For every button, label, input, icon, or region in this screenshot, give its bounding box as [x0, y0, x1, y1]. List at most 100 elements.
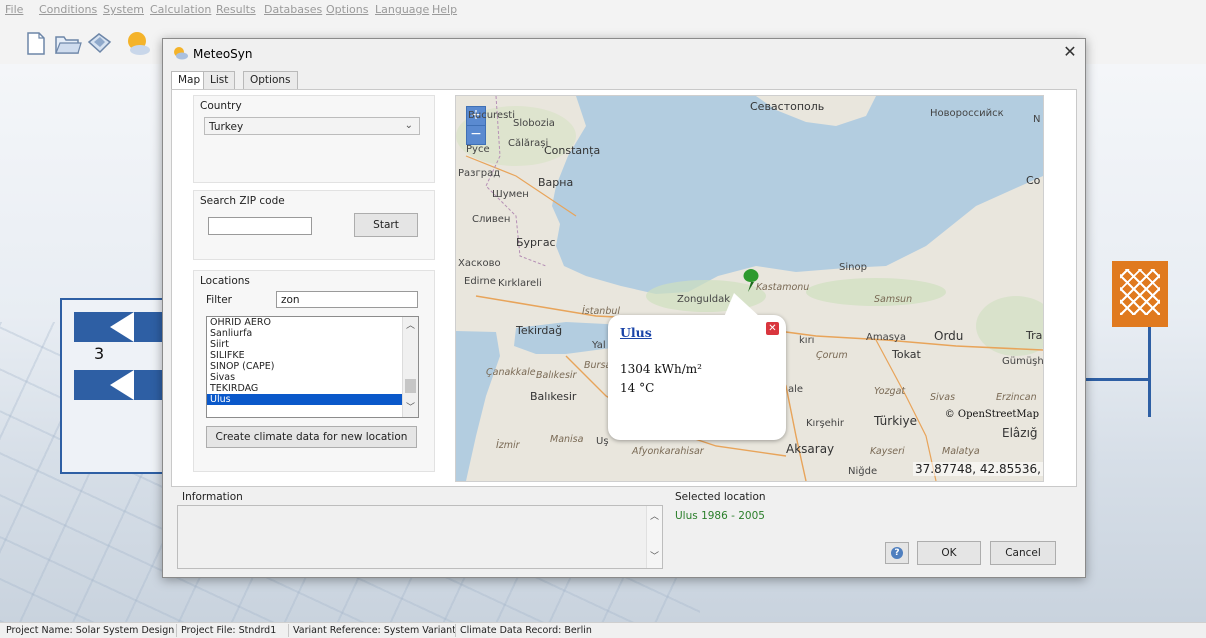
cancel-button[interactable]: Cancel — [990, 541, 1056, 565]
map-label: Samsun — [874, 294, 913, 305]
list-item[interactable]: TEKIRDAG — [207, 383, 418, 394]
map-label: Slobozia — [513, 118, 555, 129]
map-label: Co — [1026, 174, 1041, 187]
menu-system[interactable]: System — [103, 3, 144, 16]
map-label: Erzincan — [996, 392, 1037, 403]
pipe-horizontal — [1080, 378, 1151, 381]
popup-location-name[interactable]: Ulus — [620, 325, 652, 340]
list-item[interactable]: SILIFKE — [207, 350, 418, 361]
selected-location-label: Selected location — [675, 491, 766, 503]
map-label: Edirne — [464, 276, 496, 287]
menu-language[interactable]: Language — [375, 3, 429, 16]
selected-location-value: Ulus 1986 - 2005 — [675, 510, 765, 522]
zip-search-group: Search ZIP code Start — [193, 190, 435, 260]
country-value: Turkey — [209, 121, 244, 133]
map-label: Sinop — [839, 262, 867, 273]
filter-label: Filter — [206, 294, 233, 306]
map-label: Trab — [1026, 329, 1043, 342]
popup-pointer — [724, 293, 760, 317]
help-button[interactable]: ? — [885, 542, 909, 564]
menu-calculation[interactable]: Calculation — [150, 3, 211, 16]
list-item[interactable]: Siirt — [207, 339, 418, 350]
storage-block[interactable] — [60, 298, 168, 474]
start-button[interactable]: Start — [354, 213, 418, 237]
map-view[interactable]: + − Bucuresti Slobozia Călărași Constanț… — [455, 95, 1044, 482]
scroll-thumb[interactable] — [405, 379, 416, 393]
map-label: Kastamonu — [756, 282, 810, 293]
solar-collector-icon[interactable] — [1112, 261, 1168, 327]
zoom-out-button[interactable]: − — [466, 125, 486, 145]
status-climate-record: Climate Data Record: Berlin — [455, 624, 592, 637]
menu-databases[interactable]: Databases — [264, 3, 322, 16]
status-bar: Project Name: Solar System Design Projec… — [0, 622, 1206, 638]
status-project-name: Project Name: Solar System Design — [6, 625, 175, 636]
map-label: Balıkesir — [530, 390, 577, 403]
filter-input[interactable]: zon — [276, 291, 418, 308]
list-item[interactable]: Sivas — [207, 372, 418, 383]
country-select[interactable]: Turkey ⌄ — [204, 117, 420, 135]
menu-options[interactable]: Options — [326, 3, 368, 16]
map-label: Tekirdağ — [516, 324, 563, 337]
pipe-vertical — [1148, 327, 1151, 417]
map-label: Yal — [592, 340, 606, 351]
location-popup: Ulus ✕ 1304 kWh/m² 14 °C — [608, 293, 786, 440]
locations-listbox[interactable]: OHRID AERO Sanliurfa Siirt SILIFKE SINOP… — [206, 316, 419, 418]
menu-file[interactable]: File — [5, 3, 23, 16]
map-label: Хасково — [458, 258, 501, 269]
list-item[interactable]: OHRID AERO — [207, 317, 418, 328]
list-item[interactable]: SINOP (CAPE) — [207, 361, 418, 372]
arrow-left-icon — [110, 370, 134, 400]
dialog-title: MeteoSyn — [193, 47, 253, 61]
open-folder-icon[interactable] — [52, 28, 82, 58]
map-label: Ordu — [934, 329, 964, 343]
map-label: Bucuresti — [468, 110, 515, 121]
map-tab-panel: Country Turkey ⌄ Search ZIP code Start L… — [171, 89, 1077, 487]
map-label: Kırklareli — [498, 278, 542, 289]
ok-button[interactable]: OK — [917, 541, 981, 565]
map-label: Niğde — [848, 466, 878, 477]
information-label: Information — [182, 491, 243, 503]
meteo-sun-icon[interactable] — [122, 28, 152, 58]
close-icon[interactable]: ✕ — [766, 322, 779, 335]
map-label: Русе — [466, 144, 490, 155]
scroll-down-icon[interactable]: ﹀ — [647, 550, 662, 564]
list-item-selected[interactable]: Ulus — [207, 394, 418, 405]
scroll-down-icon[interactable]: ﹀ — [403, 401, 418, 415]
tab-options[interactable]: Options — [243, 71, 298, 90]
map-label: Kayseri — [870, 446, 905, 457]
menu-conditions[interactable]: Conditions — [39, 3, 97, 16]
storage-cell-top — [74, 312, 162, 342]
information-scrollbar[interactable]: ︿ ﹀ — [646, 506, 662, 568]
map-label: ale — [788, 384, 804, 395]
map-label: Uş — [596, 436, 609, 447]
map-label: Constanța — [544, 144, 601, 157]
map-label: Manisa — [550, 434, 584, 445]
country-group: Country Turkey ⌄ — [193, 95, 435, 183]
scroll-up-icon[interactable]: ︿ — [647, 510, 662, 524]
map-attribution[interactable]: © OpenStreetMap — [945, 409, 1039, 420]
arrow-left-icon — [110, 312, 134, 342]
map-label: Варна — [538, 176, 574, 189]
map-label: kırı — [799, 335, 815, 346]
save-icon[interactable] — [84, 28, 114, 58]
menu-results[interactable]: Results — [216, 3, 256, 16]
map-label: Călărași — [508, 138, 549, 149]
information-textarea[interactable]: ︿ ﹀ — [177, 505, 663, 569]
menu-help[interactable]: Help — [432, 3, 457, 16]
zip-input[interactable] — [208, 217, 312, 235]
new-file-icon[interactable] — [20, 28, 50, 58]
map-label: Zonguldak — [677, 294, 731, 305]
tab-map[interactable]: Map — [171, 71, 208, 91]
map-label: Çanakkale — [486, 367, 536, 378]
close-icon[interactable]: ✕ — [1059, 42, 1081, 62]
collector-grid — [1120, 269, 1160, 315]
meteosyn-dialog: MeteoSyn ✕ Map List Options Country Turk… — [162, 38, 1086, 578]
tab-list[interactable]: List — [203, 71, 236, 90]
map-label: Tokat — [892, 348, 921, 361]
scroll-up-icon[interactable]: ︿ — [403, 319, 418, 333]
map-label: Севастополь — [750, 100, 825, 113]
create-climate-data-button[interactable]: Create climate data for new location — [206, 426, 417, 448]
list-scrollbar[interactable]: ︿ ﹀ — [402, 317, 418, 417]
list-item[interactable]: Sanliurfa — [207, 328, 418, 339]
map-label: Amasya — [866, 332, 906, 343]
